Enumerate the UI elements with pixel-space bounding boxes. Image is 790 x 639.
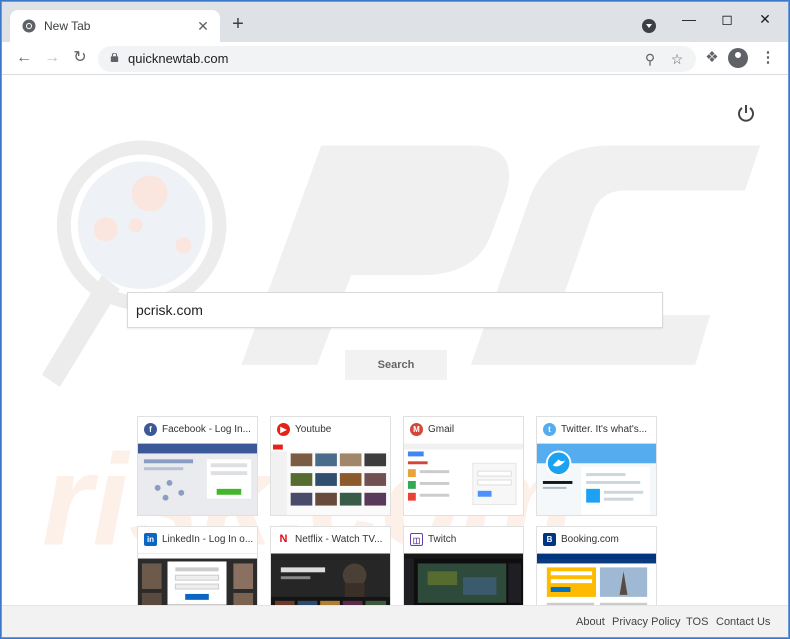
- search-input[interactable]: [128, 293, 644, 327]
- tile-title: Booking.com: [561, 534, 619, 545]
- reload-button[interactable]: ↻: [68, 46, 92, 70]
- youtube-thumbnail: [271, 443, 390, 515]
- tile-booking[interactable]: B Booking.com: [536, 526, 657, 605]
- tile-facebook[interactable]: f Facebook - Log In...: [137, 416, 258, 516]
- tile-title: LinkedIn - Log In o...: [162, 534, 254, 545]
- about-link[interactable]: About: [576, 616, 605, 628]
- tos-link[interactable]: TOS: [686, 616, 708, 628]
- booking-icon: B: [543, 533, 556, 546]
- tab-new-tab[interactable]: New Tab ✕: [10, 10, 220, 42]
- tile-title: Twitch: [428, 534, 457, 545]
- footer: About Privacy Policy TOS Contact Us: [2, 605, 788, 637]
- power-icon[interactable]: [736, 103, 756, 123]
- tab-search-icon[interactable]: [642, 19, 656, 33]
- search-button[interactable]: Search: [345, 350, 447, 380]
- search-box[interactable]: [127, 292, 663, 328]
- tab-strip: New Tab ✕ + — ◻ ✕: [2, 2, 788, 42]
- youtube-icon: ▶: [277, 423, 290, 436]
- tile-gmail[interactable]: M Gmail: [403, 416, 524, 516]
- gmail-thumbnail: [404, 443, 523, 515]
- menu-icon[interactable]: ⋮: [756, 46, 780, 70]
- tab-title: New Tab: [44, 19, 91, 33]
- new-tab-button[interactable]: +: [228, 14, 248, 35]
- forward-button[interactable]: →: [40, 46, 64, 70]
- linkedin-icon: in: [144, 533, 157, 546]
- tile-title: Youtube: [295, 424, 332, 435]
- gmail-icon: M: [410, 423, 423, 436]
- booking-thumbnail: [537, 553, 656, 605]
- back-button[interactable]: ←: [12, 46, 36, 70]
- page-content: risk.com Search f Facebook - Log In...: [2, 75, 788, 605]
- linkedin-thumbnail: [138, 553, 257, 605]
- zoom-icon[interactable]: ⚲: [641, 50, 659, 68]
- watermark-logo: risk.com: [41, 140, 761, 572]
- tile-title: Gmail: [428, 424, 455, 435]
- tile-netflix[interactable]: N Netflix - Watch TV...: [270, 526, 391, 605]
- twitch-thumbnail: [404, 553, 523, 605]
- chrome-icon: [22, 19, 36, 33]
- netflix-thumbnail: [271, 553, 390, 605]
- profile-avatar[interactable]: [728, 48, 748, 68]
- twitter-icon: t: [543, 423, 556, 436]
- tile-title: Twitter. It's what's...: [561, 424, 648, 435]
- bookmark-star-icon[interactable]: ☆: [668, 50, 686, 68]
- minimize-button[interactable]: —: [671, 8, 707, 32]
- contact-us-link[interactable]: Contact Us: [716, 616, 770, 628]
- close-tab-icon[interactable]: ✕: [194, 17, 212, 35]
- tile-linkedin[interactable]: in LinkedIn - Log In o...: [137, 526, 258, 605]
- tile-twitter[interactable]: t Twitter. It's what's...: [536, 416, 657, 516]
- address-bar[interactable]: quicknewtab.com ⚲ ☆: [98, 46, 696, 72]
- twitch-icon: ◫: [410, 533, 423, 546]
- url-text: quicknewtab.com: [128, 51, 229, 66]
- twitter-thumbnail: [537, 443, 656, 515]
- tile-title: Netflix - Watch TV...: [295, 534, 383, 545]
- tile-twitch[interactable]: ◫ Twitch: [403, 526, 524, 605]
- netflix-icon: N: [277, 533, 290, 546]
- extensions-icon[interactable]: ❖: [700, 46, 724, 70]
- tile-title: Facebook - Log In...: [162, 424, 251, 435]
- browser-window: New Tab ✕ + — ◻ ✕ ← → ↻ quicknewtab.com …: [1, 1, 789, 638]
- privacy-policy-link[interactable]: Privacy Policy: [612, 616, 680, 628]
- close-window-button[interactable]: ✕: [747, 8, 783, 32]
- maximize-button[interactable]: ◻: [709, 8, 745, 32]
- tile-youtube[interactable]: ▶ Youtube: [270, 416, 391, 516]
- facebook-icon: f: [144, 423, 157, 436]
- facebook-thumbnail: [138, 443, 257, 515]
- toolbar: ← → ↻ quicknewtab.com ⚲ ☆ ❖ ⋮: [2, 42, 788, 75]
- lock-icon: [110, 53, 119, 62]
